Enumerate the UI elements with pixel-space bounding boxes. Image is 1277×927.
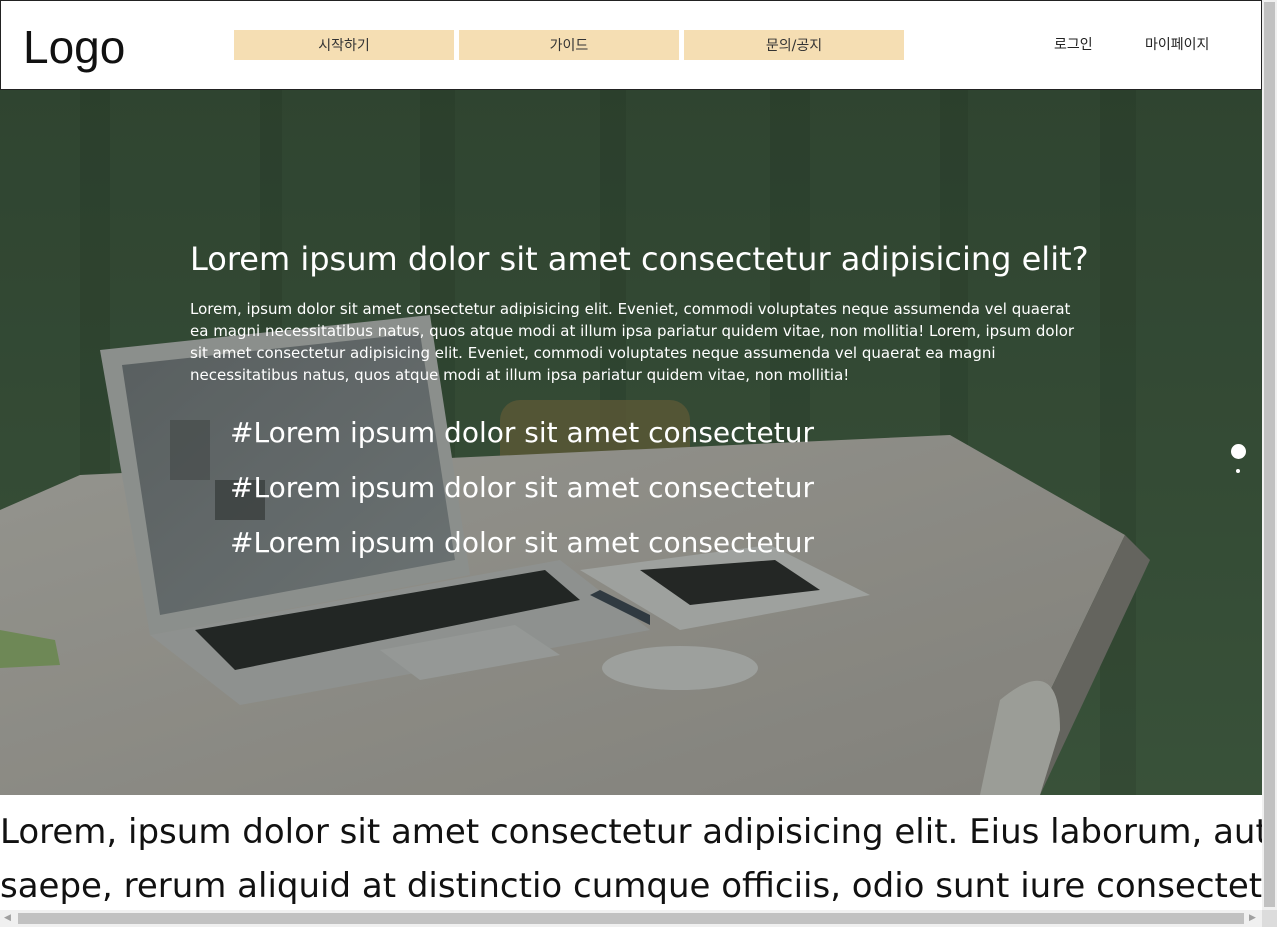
scrollbar-corner (1262, 910, 1277, 927)
nav-item-start[interactable]: 시작하기 (234, 30, 454, 60)
nav-item-inquiry[interactable]: 문의/공지 (684, 30, 904, 60)
hero-tag[interactable]: #Lorem ipsum dolor sit amet consectetur (230, 515, 814, 570)
site-header: Logo 시작하기 가이드 문의/공지 로그인 마이페이지 (0, 0, 1262, 90)
hero-description: Lorem, ipsum dolor sit amet consectetur … (190, 300, 1075, 384)
slide-pager (1229, 444, 1247, 473)
main-nav: 시작하기 가이드 문의/공지 (234, 30, 904, 60)
content-section: Lorem, ipsum dolor sit amet consectetur … (0, 795, 1262, 910)
pager-dot-active[interactable] (1230, 444, 1246, 459)
nav-item-guide[interactable]: 가이드 (459, 30, 679, 60)
vertical-scrollbar-thumb[interactable] (1264, 2, 1275, 907)
horizontal-scrollbar-thumb[interactable] (18, 913, 1244, 924)
vertical-scrollbar[interactable] (1262, 0, 1277, 910)
site-logo[interactable]: Logo (23, 19, 125, 75)
hero-tag[interactable]: #Lorem ipsum dolor sit amet consectetur (230, 405, 814, 460)
mypage-link[interactable]: 마이페이지 (1145, 34, 1209, 54)
pager-dot[interactable] (1236, 469, 1240, 473)
login-link[interactable]: 로그인 (1054, 34, 1093, 54)
content-line-2: saepe, rerum aliquid at distinctio cumqu… (0, 866, 1262, 906)
hero-section: Lorem ipsum dolor sit amet consectetur a… (0, 90, 1262, 795)
hero-title: Lorem ipsum dolor sit amet consectetur a… (190, 240, 1089, 278)
scroll-right-arrow-icon[interactable]: ▶ (1249, 913, 1256, 924)
horizontal-scrollbar[interactable]: ◀ ▶ (0, 910, 1262, 927)
page-viewport: Logo 시작하기 가이드 문의/공지 로그인 마이페이지 Lorem ipsu… (0, 0, 1262, 910)
content-line-1: Lorem, ipsum dolor sit amet consectetur … (0, 812, 1262, 852)
hero-tag-list: #Lorem ipsum dolor sit amet consectetur … (230, 405, 814, 570)
hero-tag[interactable]: #Lorem ipsum dolor sit amet consectetur (230, 460, 814, 515)
scroll-left-arrow-icon[interactable]: ◀ (4, 913, 11, 924)
content-paragraph: Lorem, ipsum dolor sit amet consectetur … (0, 795, 1262, 910)
